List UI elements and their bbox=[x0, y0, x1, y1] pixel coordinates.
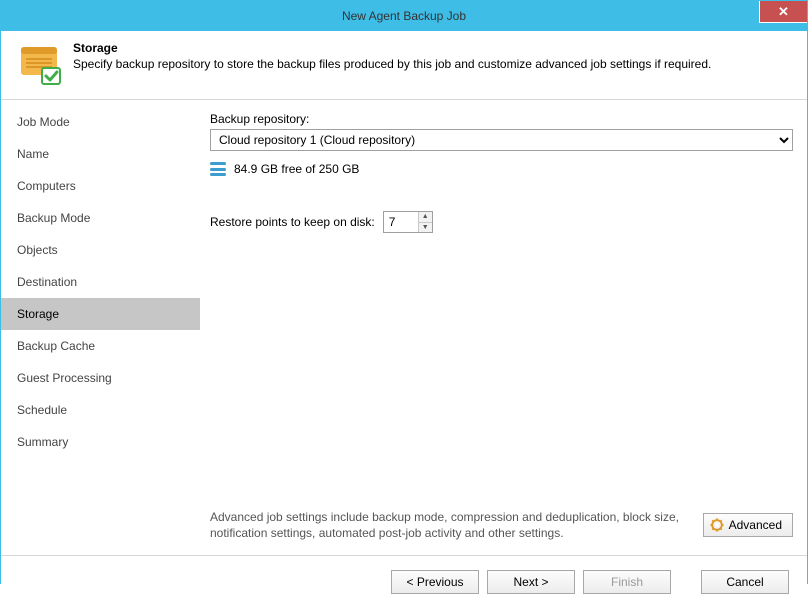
sidebar-item-label: Objects bbox=[17, 243, 58, 257]
wizard-sidebar: Job Mode Name Computers Backup Mode Obje… bbox=[1, 100, 200, 555]
backup-repository-label: Backup repository: bbox=[210, 112, 793, 126]
sidebar-item-destination[interactable]: Destination bbox=[1, 266, 200, 298]
advanced-button-label: Advanced bbox=[729, 518, 782, 532]
sidebar-item-label: Name bbox=[17, 147, 49, 161]
sidebar-item-job-mode[interactable]: Job Mode bbox=[1, 106, 200, 138]
window-title: New Agent Backup Job bbox=[342, 9, 466, 23]
sidebar-item-label: Destination bbox=[17, 275, 77, 289]
advanced-button[interactable]: Advanced bbox=[703, 513, 793, 537]
sidebar-item-backup-mode[interactable]: Backup Mode bbox=[1, 202, 200, 234]
previous-button[interactable]: < Previous bbox=[391, 570, 479, 594]
gear-icon bbox=[710, 518, 724, 532]
close-icon: ✕ bbox=[778, 4, 789, 20]
wizard-header: Storage Specify backup repository to sto… bbox=[1, 31, 807, 100]
sidebar-item-label: Job Mode bbox=[17, 115, 70, 129]
spinner-down-icon[interactable]: ▼ bbox=[419, 223, 432, 233]
sidebar-item-objects[interactable]: Objects bbox=[1, 234, 200, 266]
advanced-description: Advanced job settings include backup mod… bbox=[210, 509, 693, 541]
spinner-up-icon[interactable]: ▲ bbox=[419, 212, 432, 223]
sidebar-item-label: Backup Cache bbox=[17, 339, 95, 353]
backup-repository-select[interactable]: Cloud repository 1 (Cloud repository) bbox=[210, 129, 793, 151]
sidebar-item-storage[interactable]: Storage bbox=[1, 298, 200, 330]
sidebar-item-backup-cache[interactable]: Backup Cache bbox=[1, 330, 200, 362]
cancel-button[interactable]: Cancel bbox=[701, 570, 789, 594]
content-pane: Backup repository: Cloud repository 1 (C… bbox=[200, 100, 807, 555]
sidebar-item-label: Backup Mode bbox=[17, 211, 90, 225]
finish-button: Finish bbox=[583, 570, 671, 594]
disk-stack-icon bbox=[210, 161, 226, 177]
sidebar-item-label: Computers bbox=[17, 179, 76, 193]
titlebar: New Agent Backup Job ✕ bbox=[1, 1, 807, 31]
restore-points-label: Restore points to keep on disk: bbox=[210, 215, 375, 229]
sidebar-item-label: Guest Processing bbox=[17, 371, 112, 385]
page-title: Storage bbox=[73, 41, 711, 55]
sidebar-item-label: Summary bbox=[17, 435, 68, 449]
sidebar-item-summary[interactable]: Summary bbox=[1, 426, 200, 458]
sidebar-item-name[interactable]: Name bbox=[1, 138, 200, 170]
sidebar-item-guest-processing[interactable]: Guest Processing bbox=[1, 362, 200, 394]
sidebar-item-computers[interactable]: Computers bbox=[1, 170, 200, 202]
sidebar-item-label: Storage bbox=[17, 307, 59, 321]
free-space-text: 84.9 GB free of 250 GB bbox=[234, 162, 359, 176]
storage-page-icon bbox=[17, 41, 61, 85]
wizard-footer: < Previous Next > Finish Cancel bbox=[1, 555, 807, 607]
next-button[interactable]: Next > bbox=[487, 570, 575, 594]
restore-points-input[interactable] bbox=[384, 212, 418, 232]
page-subtitle: Specify backup repository to store the b… bbox=[73, 57, 711, 71]
sidebar-item-schedule[interactable]: Schedule bbox=[1, 394, 200, 426]
restore-points-spinner[interactable]: ▲ ▼ bbox=[383, 211, 433, 233]
sidebar-item-label: Schedule bbox=[17, 403, 67, 417]
close-button[interactable]: ✕ bbox=[759, 1, 807, 23]
